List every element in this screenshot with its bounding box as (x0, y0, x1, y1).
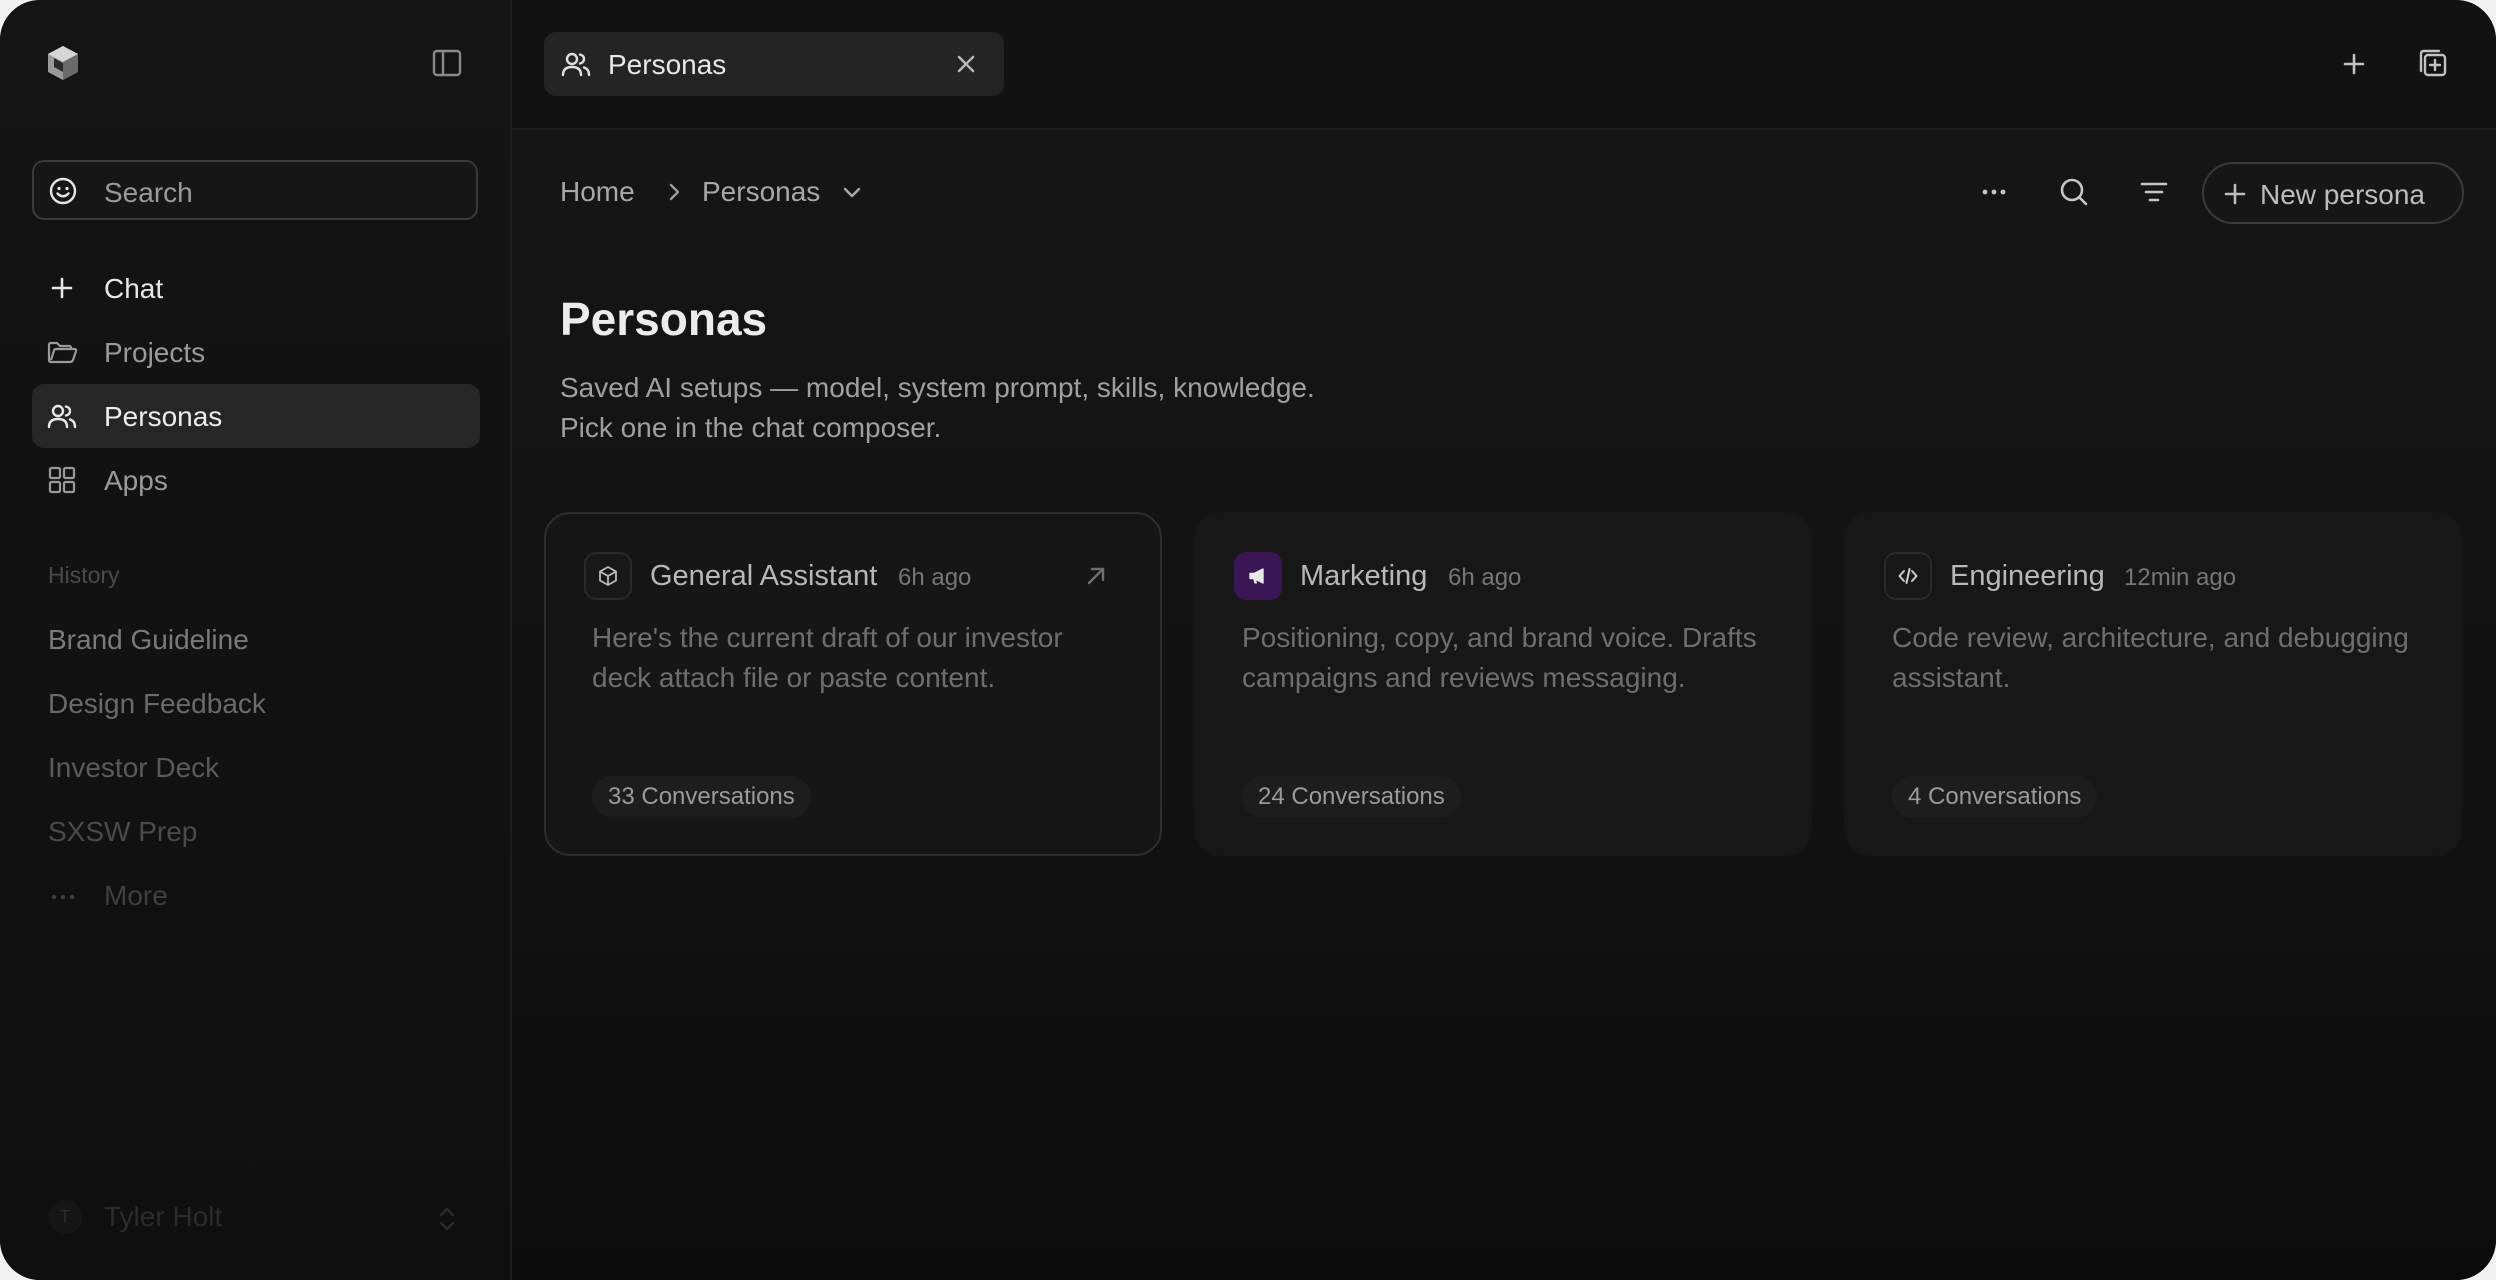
users-icon (561, 52, 591, 77)
new-persona-button[interactable]: New persona (2202, 162, 2464, 224)
search-input[interactable]: Search (32, 160, 478, 220)
smiley-icon (49, 177, 77, 205)
filter-icon[interactable] (2136, 174, 2172, 210)
conversation-count-badge: 33 Conversations (592, 776, 811, 818)
new-tab-plus-icon[interactable] (2334, 44, 2374, 84)
persona-updated-time: 6h ago (898, 564, 972, 591)
page-description-line2: Pick one in the chat composer. (560, 412, 942, 443)
nav-item-apps[interactable]: Apps (32, 448, 480, 512)
folder-icon (47, 341, 78, 364)
chevron-right-icon (669, 183, 680, 201)
plus-icon (51, 277, 73, 299)
arrow-up-right-icon[interactable] (1082, 562, 1110, 590)
user-menu[interactable]: T Tyler Holt (48, 1200, 468, 1240)
nav-item-personas[interactable]: Personas (32, 384, 480, 448)
history-item[interactable]: SXSW Prep (48, 816, 197, 848)
chevron-updown-icon (439, 1207, 455, 1231)
history-heading: History (48, 562, 120, 588)
grid-icon (48, 466, 76, 494)
chevron-down-icon[interactable] (838, 178, 866, 206)
nav-item-projects[interactable]: Projects (32, 320, 480, 384)
sidebar: Search Chat Projects Personas Apps Histo… (0, 0, 512, 1280)
persona-updated-time: 12min ago (2124, 564, 2237, 591)
user-name: Tyler Holt (104, 1201, 223, 1232)
avatar: T (48, 1200, 82, 1234)
persona-updated-time: 6h ago (1448, 564, 1522, 591)
cube-icon (599, 566, 617, 586)
persona-description: Code review, architecture, and debugging… (1892, 622, 2409, 693)
new-persona-label: New persona (2260, 179, 2425, 210)
breadcrumb-home[interactable]: Home (560, 176, 635, 208)
nav-item-chat[interactable]: Chat (32, 256, 480, 320)
tab-bar: Personas (512, 0, 2496, 130)
persona-badge (1884, 552, 1932, 600)
users-icon (47, 404, 77, 429)
sidebar-toggle-icon[interactable] (430, 46, 464, 80)
persona-description: Positioning, copy, and brand voice. Draf… (1242, 622, 1757, 693)
persona-card-general-assistant[interactable]: General Assistant 6h ago Here's the curr… (544, 512, 1162, 856)
nav-label-projects: Projects (104, 337, 206, 368)
nav-label-personas: Personas (104, 401, 223, 432)
history-item[interactable]: Brand Guideline (48, 624, 249, 656)
persona-badge (1234, 552, 1282, 600)
nav-label-apps: Apps (104, 465, 168, 496)
megaphone-icon (1249, 568, 1264, 584)
conversation-count-badge: 4 Conversations (1892, 776, 2098, 818)
app-window: Search Chat Projects Personas Apps Histo… (0, 0, 2496, 1280)
persona-name: Engineering (1950, 560, 2105, 592)
page-title: Personas (560, 293, 768, 345)
conversation-count-badge: 24 Conversations (1242, 776, 1461, 818)
persona-name: General Assistant (650, 560, 878, 592)
more-label: More (104, 880, 168, 911)
history-item[interactable]: Design Feedback (48, 688, 266, 720)
more-options-icon[interactable] (1976, 174, 2012, 210)
close-icon[interactable] (950, 48, 982, 80)
more-dots-icon (51, 894, 75, 900)
breadcrumb-current[interactable]: Personas (702, 176, 820, 208)
persona-card-marketing[interactable]: Marketing 6h ago Positioning, copy, and … (1194, 512, 1812, 856)
code-icon (1898, 568, 1918, 584)
app-logo-icon[interactable] (44, 44, 82, 82)
main-content: Home Personas New persona Personas Saved… (512, 130, 2496, 1280)
persona-badge (584, 552, 632, 600)
persona-name: Marketing (1300, 560, 1428, 592)
persona-description: Here's the current draft of our investor… (592, 622, 1063, 693)
page-description-line1: Saved AI setups — model, system prompt, … (560, 372, 1315, 403)
tab-label: Personas (608, 49, 727, 80)
tab-personas[interactable]: Personas (544, 32, 1004, 96)
search-icon[interactable] (2056, 174, 2092, 210)
persona-card-engineering[interactable]: Engineering 12min ago Code review, archi… (1844, 512, 2462, 856)
history-item[interactable]: Investor Deck (48, 752, 219, 784)
duplicate-window-icon[interactable] (2412, 44, 2452, 84)
search-label: Search (104, 177, 193, 208)
plus-icon (2224, 183, 2246, 205)
nav-label-chat: Chat (104, 273, 164, 304)
